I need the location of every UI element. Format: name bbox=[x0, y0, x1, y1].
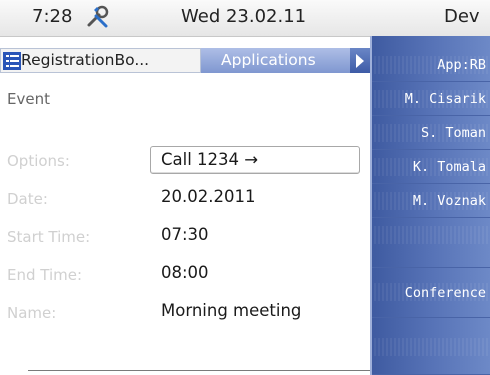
phone-screen: 7:28 Wed 23.02.11 Dev RegistrationBo... … bbox=[0, 0, 490, 375]
start-time-label: Start Time: bbox=[7, 228, 91, 246]
tab-registration-label: RegistrationBo... bbox=[21, 51, 150, 69]
status-bar: 7:28 Wed 23.02.11 Dev bbox=[0, 0, 490, 37]
name-value: Morning meeting bbox=[161, 301, 302, 320]
function-key-panel: App:RB M. Cisarik S. Toman K. Tomala M. … bbox=[370, 36, 490, 375]
name-label: Name: bbox=[7, 304, 57, 322]
clock: 7:28 bbox=[32, 6, 73, 27]
tab-registration-book[interactable]: RegistrationBo... bbox=[0, 48, 201, 73]
date-label: Date: bbox=[7, 190, 48, 208]
options-label: Options: bbox=[7, 152, 70, 170]
date-value: 20.02.2011 bbox=[161, 187, 256, 206]
event-details: Event Options: Call 1234 → Date: 20.02.2… bbox=[0, 73, 370, 375]
options-value: Call 1234 → bbox=[161, 150, 259, 169]
tab-bar: RegistrationBo... Applications bbox=[0, 48, 370, 73]
end-time-label: End Time: bbox=[7, 266, 83, 284]
key-label: App:RB bbox=[437, 56, 486, 73]
list-icon bbox=[3, 52, 21, 70]
panel-divider bbox=[370, 36, 372, 375]
key-label: M. Voznak bbox=[412, 192, 486, 209]
key-label: K. Tomala bbox=[412, 158, 486, 175]
end-time-value: 08:00 bbox=[161, 263, 209, 282]
key-empty[interactable] bbox=[370, 318, 490, 375]
key-conference[interactable]: Conference bbox=[370, 268, 490, 318]
key-label: S. Toman bbox=[420, 124, 486, 141]
tab-scroll-right-button[interactable] bbox=[350, 48, 370, 73]
key-empty[interactable] bbox=[370, 218, 490, 268]
arrow-right-icon bbox=[356, 54, 364, 68]
date-display: Wed 23.02.11 bbox=[181, 6, 307, 27]
key-m-cisarik[interactable]: M. Cisarik bbox=[370, 82, 490, 116]
key-m-voznak[interactable]: M. Voznak bbox=[370, 184, 490, 218]
wrench-screwdriver-icon[interactable] bbox=[85, 4, 111, 30]
bottom-divider bbox=[28, 370, 370, 371]
options-select[interactable]: Call 1234 → bbox=[150, 146, 360, 174]
key-s-toman[interactable]: S. Toman bbox=[370, 116, 490, 150]
key-texture bbox=[374, 338, 490, 356]
key-label: M. Cisarik bbox=[404, 90, 486, 107]
key-app-rb[interactable]: App:RB bbox=[370, 48, 490, 82]
event-heading: Event bbox=[7, 90, 50, 108]
device-label: Dev bbox=[444, 6, 480, 27]
key-k-tomala[interactable]: K. Tomala bbox=[370, 150, 490, 184]
tab-applications[interactable]: Applications bbox=[201, 48, 350, 73]
start-time-value: 07:30 bbox=[161, 225, 209, 244]
tab-applications-label: Applications bbox=[221, 51, 316, 69]
key-texture bbox=[374, 226, 490, 244]
key-label: Conference bbox=[404, 284, 486, 301]
